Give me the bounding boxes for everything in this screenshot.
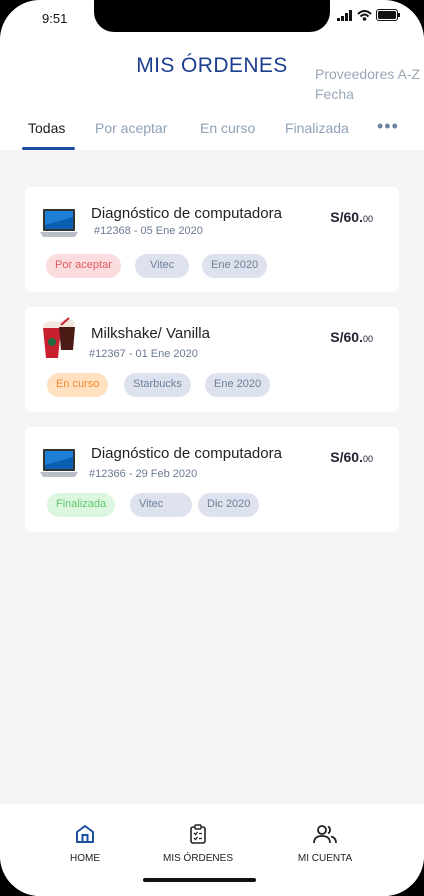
price-main: S/60. — [330, 329, 363, 345]
more-icon[interactable]: ••• — [377, 116, 399, 137]
price-cents: 00 — [362, 334, 373, 344]
status-badge: En curso — [47, 373, 109, 397]
item-name: Diagnóstico de computadora — [91, 205, 282, 222]
filter-tabs: Todas Por aceptar En curso Finalizada ••… — [0, 116, 424, 150]
month-badge: Dic 2020 — [198, 493, 260, 517]
wifi-icon — [357, 9, 372, 21]
nav-mi-cuenta[interactable]: MI CUENTA — [275, 824, 375, 864]
order-id-date: #12366 - 29 Feb 2020 — [89, 468, 198, 480]
month-badge: Ene 2020 — [202, 254, 268, 278]
tab-todas[interactable]: Todas — [28, 120, 65, 136]
order-id-date: #12367 - 01 Ene 2020 — [89, 348, 198, 360]
status-time: 9:51 — [42, 11, 68, 26]
nav-mis-ordenes-label: MIS ÓRDENES — [162, 853, 233, 864]
sort-options[interactable]: Proveedores A-Z Fecha — [315, 64, 420, 104]
month-badge: Ene 2020 — [205, 373, 271, 397]
laptop-icon — [40, 209, 78, 237]
status-badge: Por aceptar — [46, 254, 121, 278]
users-icon — [313, 825, 337, 844]
vendor-badge: Starbucks — [124, 373, 191, 397]
battery-icon — [376, 9, 400, 21]
status-icons — [337, 9, 400, 21]
tab-en-curso[interactable]: En curso — [200, 120, 255, 136]
nav-mi-cuenta-label: MI CUENTA — [297, 853, 353, 864]
active-tab-indicator — [22, 147, 75, 150]
price: S/60.00 — [330, 329, 373, 345]
home-icon — [76, 825, 94, 843]
order-card[interactable]: Milkshake/ Vanilla #12367 - 01 Ene 2020 … — [25, 307, 399, 412]
bottom-nav: HOME MIS ÓRDENES MI CUENTA — [0, 804, 424, 896]
drink-icon — [43, 317, 75, 358]
header: 9:51 MIS ÓRDENES Proveedores A-Z Fecha T… — [0, 0, 424, 150]
order-card[interactable]: Diagnóstico de computadora #12366 - 29 F… — [25, 427, 399, 532]
item-name: Diagnóstico de computadora — [91, 445, 282, 462]
tab-finalizada[interactable]: Finalizada — [285, 120, 349, 136]
item-name: Milkshake/ Vanilla — [91, 325, 210, 342]
price-main: S/60. — [330, 209, 363, 225]
price-cents: 00 — [362, 454, 373, 464]
sort-option-date[interactable]: Fecha — [315, 84, 420, 104]
nav-home[interactable]: HOME — [35, 824, 135, 864]
signal-icon — [337, 9, 352, 21]
price-cents: 00 — [362, 214, 373, 224]
clipboard-icon — [190, 824, 206, 844]
tab-por-aceptar[interactable]: Por aceptar — [95, 120, 167, 136]
order-id-date: #12368 - 05 Ene 2020 — [94, 225, 203, 237]
nav-home-label: HOME — [70, 853, 100, 864]
laptop-icon — [40, 449, 78, 477]
sort-option-providers[interactable]: Proveedores A-Z — [315, 64, 420, 84]
vendor-badge: Vitec — [130, 493, 192, 517]
price: S/60.00 — [330, 209, 373, 225]
vendor-badge: Vitec — [135, 254, 190, 278]
status-badge: Finalizada — [47, 493, 116, 517]
price: S/60.00 — [330, 449, 373, 465]
nav-mis-ordenes[interactable]: MIS ÓRDENES — [148, 824, 248, 864]
home-indicator — [143, 878, 256, 882]
price-main: S/60. — [330, 449, 363, 465]
phone-screen: 9:51 MIS ÓRDENES Proveedores A-Z Fecha T… — [0, 0, 424, 896]
notch — [94, 0, 330, 32]
order-card[interactable]: Diagnóstico de computadora #12368 - 05 E… — [25, 187, 399, 292]
